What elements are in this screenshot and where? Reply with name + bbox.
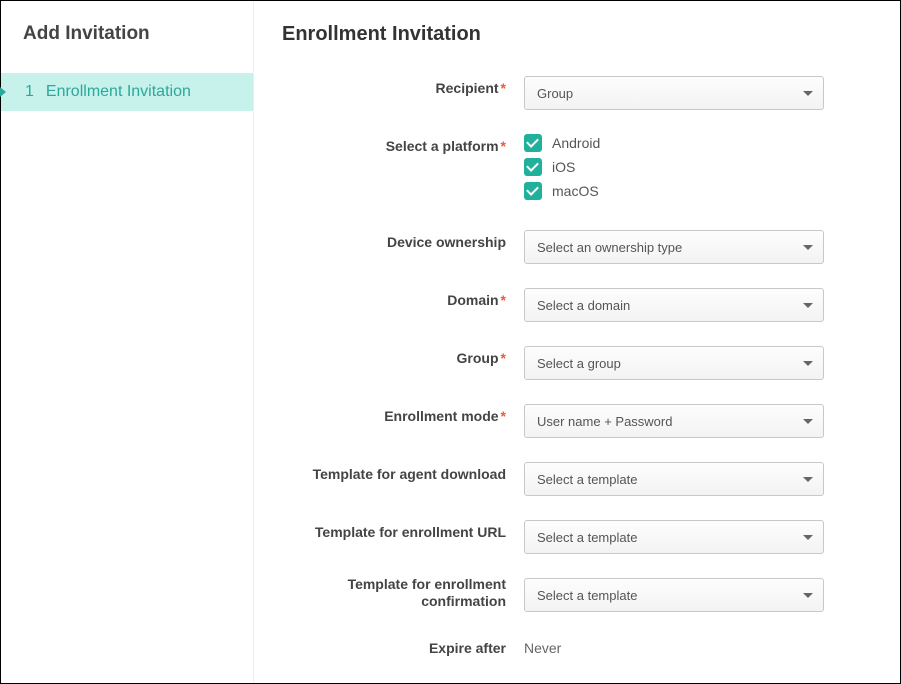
- max-attempts-value: 0: [524, 677, 532, 683]
- checkbox-checked-icon: [524, 158, 542, 176]
- main-panel: Enrollment Invitation Recipient* Group S…: [254, 1, 900, 683]
- label-recipient: Recipient*: [436, 80, 506, 96]
- enrollment-mode-select[interactable]: User name + Password: [524, 404, 824, 438]
- checkbox-checked-icon: [524, 134, 542, 152]
- platform-macos-label: macOS: [552, 183, 599, 199]
- platform-android-row[interactable]: Android: [524, 134, 872, 152]
- template-agent-value: Select a template: [537, 472, 637, 487]
- template-confirm-value: Select a template: [537, 588, 637, 603]
- platform-ios-row[interactable]: iOS: [524, 158, 872, 176]
- group-value: Select a group: [537, 356, 621, 371]
- step-enrollment-invitation[interactable]: 1 Enrollment Invitation: [1, 73, 253, 111]
- page-title: Enrollment Invitation: [282, 23, 872, 46]
- recipient-select[interactable]: Group: [524, 76, 824, 110]
- label-max-attempts: Maximum Attempts: [377, 681, 506, 683]
- label-device-ownership: Device ownership: [387, 234, 506, 250]
- caret-down-icon: [803, 91, 813, 96]
- template-url-select[interactable]: Select a template: [524, 520, 824, 554]
- label-template-agent: Template for agent download: [313, 466, 506, 482]
- expire-after-value: Never: [524, 636, 561, 656]
- device-ownership-value: Select an ownership type: [537, 240, 682, 255]
- caret-down-icon: [803, 303, 813, 308]
- label-template-url: Template for enrollment URL: [315, 524, 506, 540]
- caret-right-icon: [0, 87, 6, 97]
- caret-down-icon: [803, 535, 813, 540]
- domain-select[interactable]: Select a domain: [524, 288, 824, 322]
- caret-down-icon: [803, 245, 813, 250]
- label-template-confirm: Template for enrollment confirmation: [348, 576, 506, 609]
- label-select-platform: Select a platform*: [386, 138, 506, 154]
- recipient-value: Group: [537, 86, 573, 101]
- label-expire-after: Expire after: [429, 640, 506, 656]
- enrollment-mode-value: User name + Password: [537, 414, 672, 429]
- caret-down-icon: [803, 419, 813, 424]
- step-label: Enrollment Invitation: [46, 83, 191, 101]
- platform-macos-row[interactable]: macOS: [524, 182, 872, 200]
- platform-ios-label: iOS: [552, 159, 575, 175]
- label-group: Group*: [457, 350, 506, 366]
- domain-value: Select a domain: [537, 298, 630, 313]
- platform-android-label: Android: [552, 135, 600, 151]
- label-enrollment-mode: Enrollment mode*: [384, 408, 506, 424]
- group-select[interactable]: Select a group: [524, 346, 824, 380]
- caret-down-icon: [803, 593, 813, 598]
- step-number: 1: [25, 83, 34, 101]
- template-agent-select[interactable]: Select a template: [524, 462, 824, 496]
- device-ownership-select[interactable]: Select an ownership type: [524, 230, 824, 264]
- caret-down-icon: [803, 361, 813, 366]
- sidebar-title: Add Invitation: [23, 23, 231, 45]
- caret-down-icon: [803, 477, 813, 482]
- checkbox-checked-icon: [524, 182, 542, 200]
- template-url-value: Select a template: [537, 530, 637, 545]
- label-domain: Domain*: [447, 292, 506, 308]
- template-confirm-select[interactable]: Select a template: [524, 578, 824, 612]
- sidebar: Add Invitation 1 Enrollment Invitation: [1, 1, 254, 683]
